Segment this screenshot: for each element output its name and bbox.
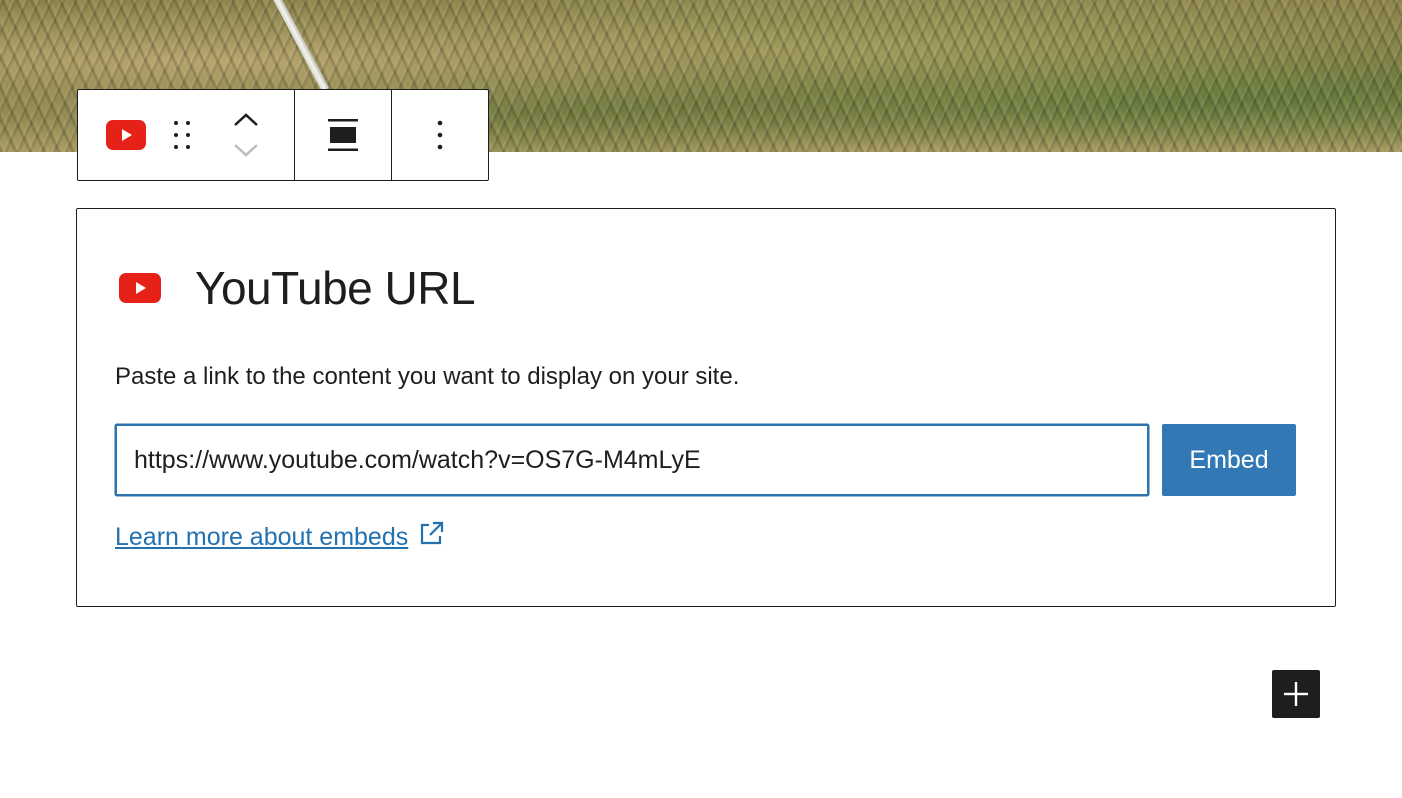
url-input[interactable]: [115, 424, 1149, 496]
placeholder-title: YouTube URL: [195, 262, 476, 314]
chevron-up-icon[interactable]: [232, 109, 260, 131]
placeholder-header: YouTube URL: [119, 262, 476, 314]
learn-more-label[interactable]: Learn more about embeds: [115, 523, 408, 552]
block-toolbar: [77, 89, 489, 181]
placeholder-instructions: Paste a link to the content you want to …: [115, 363, 740, 390]
more-vertical-icon[interactable]: [436, 119, 444, 151]
image-detail: [268, 0, 330, 92]
toolbar-group-align: [293, 90, 392, 180]
external-link-icon: [417, 520, 445, 548]
drag-handle-icon[interactable]: [170, 117, 194, 153]
plus-icon: [1284, 682, 1308, 706]
block-movers: [232, 109, 260, 161]
embed-placeholder: YouTube URL Paste a link to the content …: [76, 208, 1336, 607]
align-wide-icon[interactable]: [328, 118, 359, 152]
youtube-icon: [119, 273, 161, 303]
add-block-button[interactable]: [1272, 670, 1320, 718]
toolbar-group-options: [391, 90, 488, 180]
chevron-down-icon[interactable]: [232, 139, 260, 161]
embed-button[interactable]: Embed: [1162, 424, 1296, 496]
youtube-icon[interactable]: [106, 120, 146, 150]
toolbar-group-block: [78, 90, 294, 180]
learn-more-link[interactable]: Learn more about embeds: [115, 520, 445, 552]
